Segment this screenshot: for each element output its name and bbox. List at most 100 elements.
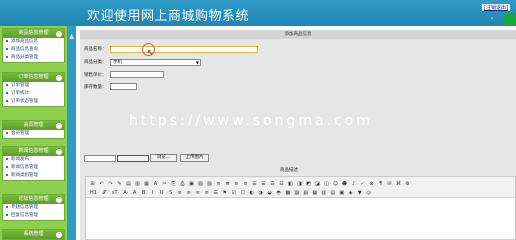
sidebar-item-order-status[interactable]: 订单状态管理: [3, 98, 64, 106]
toolbar-button-icon[interactable]: ▧: [302, 190, 309, 197]
toolbar-button-icon[interactable]: ↷: [107, 181, 114, 188]
file-path-input[interactable]: [84, 155, 116, 162]
caret-up-icon[interactable]: ▲: [68, 34, 75, 40]
toolbar-button-icon[interactable]: ≡: [242, 181, 249, 188]
toolbar-button-icon[interactable]: ☲: [269, 181, 276, 188]
toolbar-button-icon[interactable]: ≡: [215, 181, 222, 188]
toolbar-button-icon[interactable]: ◎: [365, 190, 372, 197]
toolbar-button-icon[interactable]: ⊞: [89, 181, 96, 188]
toolbar-button-icon[interactable]: ♪: [350, 181, 357, 188]
toolbar-button-icon[interactable]: sT·: [111, 190, 120, 197]
toolbar-button-icon[interactable]: ⌘: [395, 181, 402, 188]
toolbar-button-icon[interactable]: ◑: [257, 190, 264, 197]
toolbar-button-icon[interactable]: ◫: [323, 181, 330, 188]
sidebar-item-news-manage[interactable]: 新闻信息管理: [3, 164, 64, 172]
menu-head[interactable]: 系统管理 ⌃: [3, 230, 64, 239]
sidebar-item-news-publish[interactable]: 新闻发布: [3, 156, 64, 164]
toolbar-button-icon[interactable]: ¶: [377, 181, 384, 188]
toolbar-button-icon[interactable]: ≡: [203, 190, 210, 197]
toolbar-button-icon[interactable]: ▣: [188, 181, 195, 188]
toolbar-button-icon[interactable]: I: [149, 190, 156, 197]
category-select[interactable]: 手机 ▼: [110, 59, 201, 66]
chevron-up-icon[interactable]: ⌃: [56, 30, 62, 37]
sidebar-item-order-stats[interactable]: 订单统计: [3, 90, 64, 98]
toolbar-button-icon[interactable]: ◈: [347, 190, 354, 197]
menu-head[interactable]: 新闻信息管理 ⌃: [3, 147, 64, 156]
toolbar-button-icon[interactable]: 𝒯·: [102, 190, 109, 197]
toolbar-button-icon[interactable]: ✂: [161, 181, 168, 188]
toolbar-button-icon[interactable]: ▥: [320, 190, 327, 197]
toolbar-button-icon[interactable]: ☻: [341, 181, 348, 188]
toolbar-button-icon[interactable]: U: [158, 190, 165, 197]
toolbar-button-icon[interactable]: ▧: [197, 181, 204, 188]
sidebar-collapse-strip[interactable]: ▲: [67, 26, 76, 240]
chevron-up-icon[interactable]: ⌃: [56, 196, 62, 203]
toolbar-button-icon[interactable]: ☺: [332, 181, 339, 188]
toolbar-button-icon[interactable]: ◓: [275, 190, 282, 197]
sidebar-item-category[interactable]: 商品分类管理: [3, 54, 64, 62]
toolbar-button-icon[interactable]: ▦: [143, 181, 150, 188]
sidebar-item-order-manage[interactable]: 订单管理: [3, 82, 64, 90]
toolbar-button-icon[interactable]: ≡: [233, 181, 240, 188]
toolbar-button-icon[interactable]: ✉: [386, 181, 393, 188]
toolbar-button-icon[interactable]: ◧: [287, 181, 294, 188]
toolbar-button-icon[interactable]: ☑: [230, 190, 237, 197]
product-name-input[interactable]: [110, 46, 258, 53]
toolbar-button-icon[interactable]: ≡: [176, 190, 183, 197]
toolbar-button-icon[interactable]: ◐: [248, 190, 255, 197]
toolbar-button-icon[interactable]: A·: [122, 190, 129, 197]
toolbar-button-icon[interactable]: ✓: [359, 181, 366, 188]
toolbar-button-icon[interactable]: B: [140, 190, 147, 197]
toolbar-button-icon[interactable]: ▤: [329, 190, 336, 197]
toolbar-button-icon[interactable]: ▦: [311, 190, 318, 197]
toolbar-button-icon[interactable]: ☰: [212, 190, 219, 197]
toolbar-button-icon[interactable]: ⎙: [179, 181, 186, 188]
rich-text-editor[interactable]: ⊞ ↶ ↷ ✎ ▤ ▥ ▦ A ✂ ⎘ ⎙ ▣ ▧ ▨ ≡ ≣ ≡ ≡ ☰ ☱ ☲ ☳ ◧ ◨ ◩ ◪ ◫ ☺ ☻ ♪ ✓ ⊗ ¶ ✉ ⌘ ⚙ H1·…: [85, 176, 516, 240]
toolbar-button-icon[interactable]: ≡: [185, 190, 192, 197]
toolbar-button-icon[interactable]: H1·: [89, 190, 100, 197]
toolbar-button-icon[interactable]: ⎘: [170, 181, 177, 188]
toolbar-button-icon[interactable]: ◩: [305, 181, 312, 188]
sidebar-item-product-query[interactable]: 商品信息查询: [3, 46, 64, 54]
toolbar-button-icon[interactable]: ☳: [278, 181, 285, 188]
collapse-arrow-icon[interactable]: ‹: [488, 16, 496, 22]
chevron-up-icon[interactable]: ⌃: [56, 148, 62, 155]
toolbar-button-icon[interactable]: ▼: [356, 190, 363, 197]
green-tab[interactable]: [503, 13, 516, 26]
toolbar-button-icon[interactable]: A: [131, 190, 138, 197]
toolbar-button-icon[interactable]: ▥: [134, 181, 141, 188]
sidebar-item-member-manage[interactable]: 会员管理: [3, 130, 64, 138]
toolbar-button-icon[interactable]: ▤: [125, 181, 132, 188]
sidebar-item-topic-manage[interactable]: 专题信息管理: [3, 204, 64, 212]
browse-button[interactable]: 浏览...: [150, 154, 177, 162]
logout-link[interactable]: [注销退出]: [482, 4, 510, 11]
toolbar-button-icon[interactable]: ▨: [206, 181, 213, 188]
upload-image-button[interactable]: 上传图片: [180, 154, 209, 162]
toolbar-button-icon[interactable]: ◨: [296, 181, 303, 188]
menu-head[interactable]: 商品信息管理 ⌃: [3, 29, 64, 38]
toolbar-button-icon[interactable]: ⚑: [221, 190, 228, 197]
toolbar-button-icon[interactable]: ▨: [293, 190, 300, 197]
toolbar-button-icon[interactable]: ✎: [116, 181, 123, 188]
stock-input[interactable]: [110, 83, 137, 90]
toolbar-button-icon[interactable]: S: [167, 190, 174, 197]
chevron-up-icon[interactable]: ⌃: [56, 231, 62, 238]
toolbar-button-icon[interactable]: A: [152, 181, 159, 188]
sidebar-item-add-product[interactable]: 添加商品信息: [3, 38, 64, 46]
toolbar-button-icon[interactable]: ⊗: [368, 181, 375, 188]
toolbar-button-icon[interactable]: ◪: [314, 181, 321, 188]
toolbar-button-icon[interactable]: ☱: [260, 181, 267, 188]
price-input[interactable]: [110, 71, 164, 78]
toolbar-button-icon[interactable]: ≡: [194, 190, 201, 197]
sidebar-item-news-category[interactable]: 新闻类别管理: [3, 172, 64, 180]
toolbar-button-icon[interactable]: ↶: [98, 181, 105, 188]
menu-head[interactable]: 订单信息管理 ⌃: [3, 73, 64, 82]
toolbar-button-icon[interactable]: ☐: [239, 190, 246, 197]
toolbar-button-icon[interactable]: ▣: [338, 190, 345, 197]
toolbar-button-icon[interactable]: ⚙: [404, 181, 411, 188]
menu-head[interactable]: 论坛信息管理 ⌃: [3, 195, 64, 204]
toolbar-button-icon[interactable]: ≣: [224, 181, 231, 188]
toolbar-button-icon[interactable]: ▩: [284, 190, 291, 197]
chevron-up-icon[interactable]: ⌃: [56, 74, 62, 81]
chevron-up-icon[interactable]: ⌃: [56, 122, 62, 129]
